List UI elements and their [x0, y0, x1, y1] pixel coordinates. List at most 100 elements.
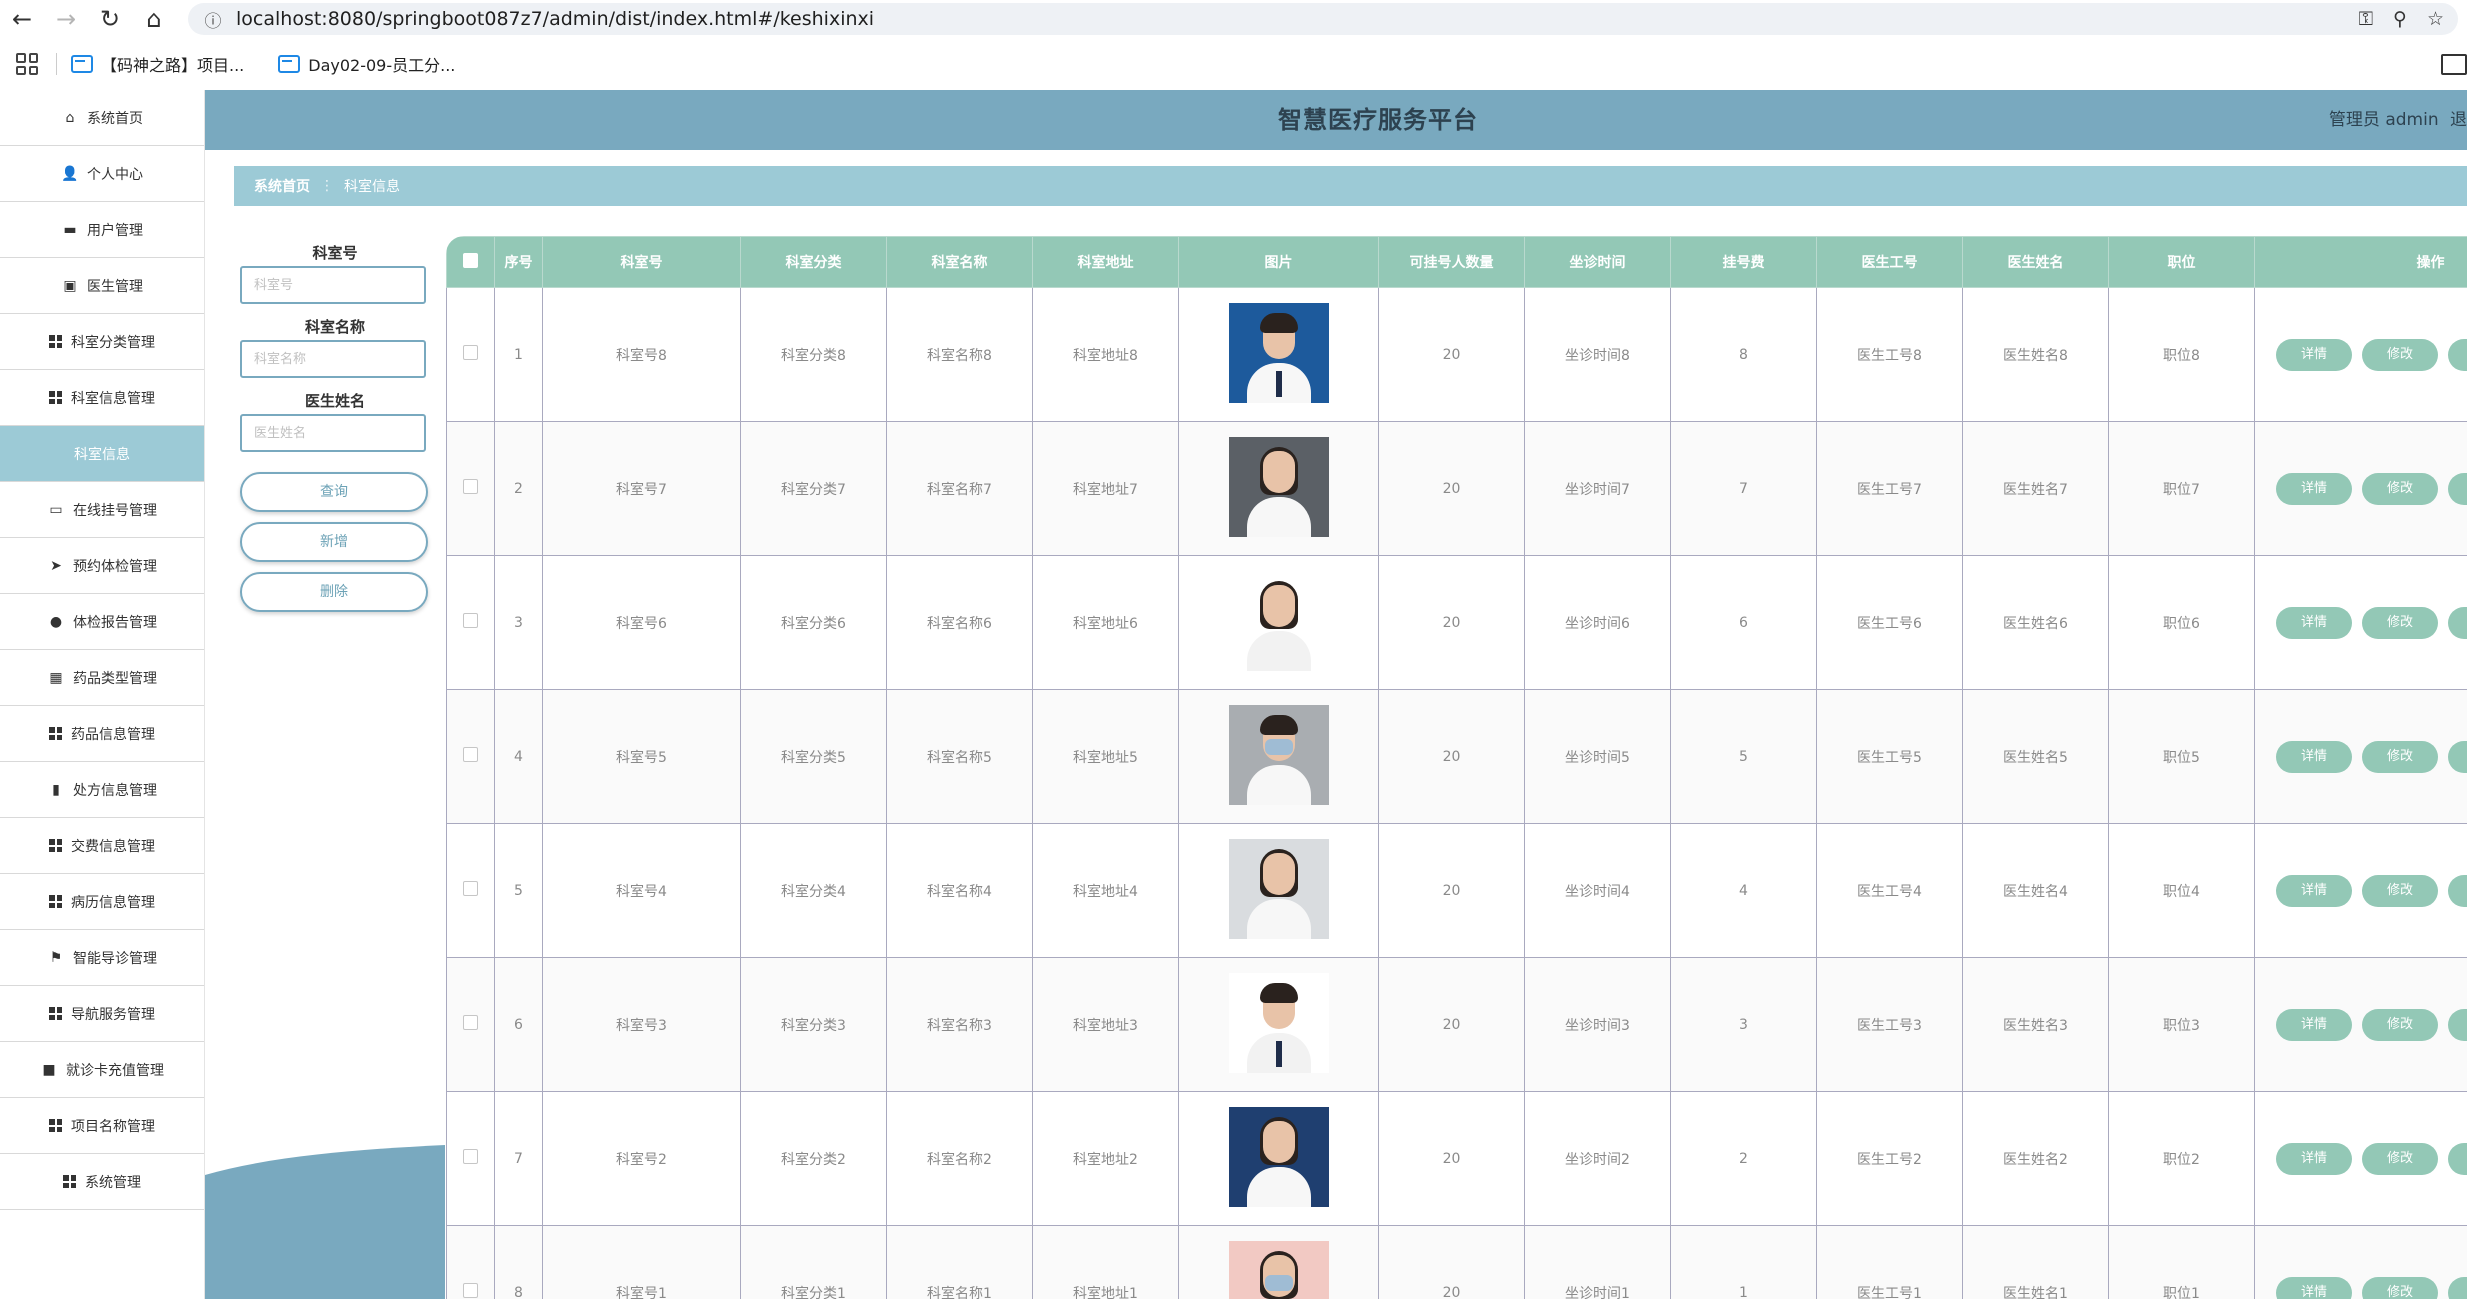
breadcrumb-home[interactable]: 系统首页: [254, 176, 310, 196]
sidebar: ⌂ 系统首页 👤 个人中心 ▬ 用户管理 ▣ 医生管理 科室分类管理 科室信息管理 科室信息 ▭ 在线挂…: [0, 90, 205, 1299]
row-checkbox[interactable]: [463, 1283, 478, 1298]
actions-cell: 详情修改删除: [2254, 957, 2467, 1092]
key-icon[interactable]: ⚿: [2359, 8, 2373, 30]
row-checkbox[interactable]: [463, 1149, 478, 1164]
doctor-name-input[interactable]: [240, 414, 426, 452]
row-checkbox[interactable]: [463, 1015, 478, 1030]
grid-icon: [49, 1007, 62, 1020]
edit-button[interactable]: 修改: [2362, 1276, 2438, 1299]
bookmark-item[interactable]: 【码神之路】项目...: [71, 52, 244, 76]
row-checkbox[interactable]: [463, 747, 478, 762]
sidebar-item[interactable]: ▦ 药品类型管理: [0, 650, 204, 706]
sidebar-item[interactable]: ■ 就诊卡充值管理: [0, 1042, 204, 1098]
home-browser-icon[interactable]: ⌂: [132, 0, 176, 38]
sidebar-item-label: 导航服务管理: [71, 1006, 155, 1023]
user-label: 管理员 admin: [2328, 110, 2439, 130]
select-all-checkbox[interactable]: [463, 252, 478, 268]
detail-button[interactable]: 详情: [2276, 472, 2352, 505]
forward-icon[interactable]: →: [44, 0, 88, 38]
detail-button[interactable]: 详情: [2276, 1008, 2352, 1041]
edit-button[interactable]: 修改: [2362, 338, 2438, 371]
sidebar-item[interactable]: 👤 个人中心: [0, 146, 204, 202]
sidebar-item[interactable]: ▣ 医生管理: [0, 258, 204, 314]
delete-button[interactable]: 删除: [2448, 1276, 2467, 1299]
delete-button[interactable]: 删除: [2448, 338, 2467, 371]
table-cell-fee: 2: [1670, 1091, 1817, 1226]
row-checkbox[interactable]: [463, 881, 478, 896]
doctor-photo: [1228, 302, 1329, 403]
table-cell-quota: 20: [1378, 689, 1525, 824]
address-bar[interactable]: ⓘ localhost:8080/springboot087z7/admin/d…: [188, 3, 2458, 35]
back-icon[interactable]: ←: [0, 0, 44, 38]
edit-button[interactable]: 修改: [2362, 874, 2438, 907]
site-info-icon[interactable]: ⓘ: [196, 7, 230, 32]
sidebar-item[interactable]: 科室信息: [0, 426, 204, 482]
sidebar-item[interactable]: ● 体检报告管理: [0, 594, 204, 650]
table-cell-category: 科室分类4: [740, 823, 887, 958]
detail-button[interactable]: 详情: [2276, 1142, 2352, 1175]
table-cell-quota: 20: [1378, 555, 1525, 690]
detail-button[interactable]: 详情: [2276, 1276, 2352, 1299]
dept-name-input[interactable]: [240, 340, 426, 378]
sidebar-item-label: 系统管理: [85, 1174, 141, 1191]
detail-button[interactable]: 详情: [2276, 606, 2352, 639]
sidebar-item[interactable]: 项目名称管理: [0, 1098, 204, 1154]
url-text[interactable]: localhost:8080/springboot087z7/admin/dis…: [236, 8, 874, 30]
sidebar-item-label: 系统首页: [87, 110, 143, 127]
batch-delete-button[interactable]: 删除: [240, 572, 428, 612]
edit-button[interactable]: 修改: [2362, 606, 2438, 639]
delete-button[interactable]: 删除: [2448, 874, 2467, 907]
delete-button[interactable]: 删除: [2448, 472, 2467, 505]
detail-button[interactable]: 详情: [2276, 874, 2352, 907]
edit-button[interactable]: 修改: [2362, 472, 2438, 505]
sidebar-item[interactable]: ➤ 预约体检管理: [0, 538, 204, 594]
add-button[interactable]: 新增: [240, 522, 428, 562]
table-cell-name: 科室名称8: [886, 287, 1033, 422]
sidebar-item[interactable]: 系统管理: [0, 1154, 204, 1210]
query-button[interactable]: 查询: [240, 472, 428, 512]
dept-no-input[interactable]: [240, 266, 426, 304]
table-cell-doctor-no: 医生工号1: [1816, 1225, 1963, 1299]
detail-button[interactable]: 详情: [2276, 338, 2352, 371]
sidebar-item[interactable]: 科室信息管理: [0, 370, 204, 426]
browser-toolbar: ← → ↻ ⌂ ⓘ localhost:8080/springboot087z7…: [0, 0, 2467, 38]
delete-button[interactable]: 删除: [2448, 606, 2467, 639]
sidebar-item[interactable]: 病历信息管理: [0, 874, 204, 930]
folder-icon[interactable]: [2441, 54, 2467, 75]
bookmark-item[interactable]: Day02-09-员工分...: [278, 52, 455, 76]
breadcrumb: 系统首页 ⋮ 科室信息: [234, 166, 2467, 206]
sidebar-item[interactable]: 科室分类管理: [0, 314, 204, 370]
edit-button[interactable]: 修改: [2362, 740, 2438, 773]
table-cell-name: 科室名称1: [886, 1225, 1033, 1299]
reload-icon[interactable]: ↻: [88, 0, 132, 38]
row-checkbox[interactable]: [463, 479, 478, 494]
sidebar-item-label: 体检报告管理: [73, 614, 157, 631]
delete-button[interactable]: 删除: [2448, 1142, 2467, 1175]
sidebar-item[interactable]: 交费信息管理: [0, 818, 204, 874]
apps-icon[interactable]: [16, 53, 38, 75]
zoom-icon[interactable]: ⚲: [2393, 8, 2407, 30]
delete-button[interactable]: 删除: [2448, 740, 2467, 773]
user-icon: 👤: [61, 165, 79, 182]
sidebar-item[interactable]: ▭ 在线挂号管理: [0, 482, 204, 538]
star-icon[interactable]: ☆: [2427, 8, 2444, 30]
row-checkbox[interactable]: [463, 613, 478, 628]
table-row: 7 科室号2 科室分类2 科室名称2 科室地址2 20 坐诊时间2 2 医生工号2 医生姓名2 职位…: [446, 1091, 2467, 1226]
table-cell-address: 科室地址4: [1032, 823, 1179, 958]
sidebar-item[interactable]: 药品信息管理: [0, 706, 204, 762]
sidebar-item[interactable]: ▮ 处方信息管理: [0, 762, 204, 818]
detail-button[interactable]: 详情: [2276, 740, 2352, 773]
table-cell-address: 科室地址6: [1032, 555, 1179, 690]
sidebar-item[interactable]: 导航服务管理: [0, 986, 204, 1042]
table-cell-fee: 7: [1670, 421, 1817, 556]
row-select-cell: [446, 823, 495, 958]
sidebar-item[interactable]: ⌂ 系统首页: [0, 90, 204, 146]
sidebar-item[interactable]: ▬ 用户管理: [0, 202, 204, 258]
sidebar-item[interactable]: ⚑ 智能导诊管理: [0, 930, 204, 986]
edit-button[interactable]: 修改: [2362, 1142, 2438, 1175]
row-checkbox[interactable]: [463, 345, 478, 360]
logout-link[interactable]: 退: [2450, 110, 2467, 130]
actions-cell: 详情修改删除: [2254, 1091, 2467, 1226]
delete-button[interactable]: 删除: [2448, 1008, 2467, 1041]
edit-button[interactable]: 修改: [2362, 1008, 2438, 1041]
